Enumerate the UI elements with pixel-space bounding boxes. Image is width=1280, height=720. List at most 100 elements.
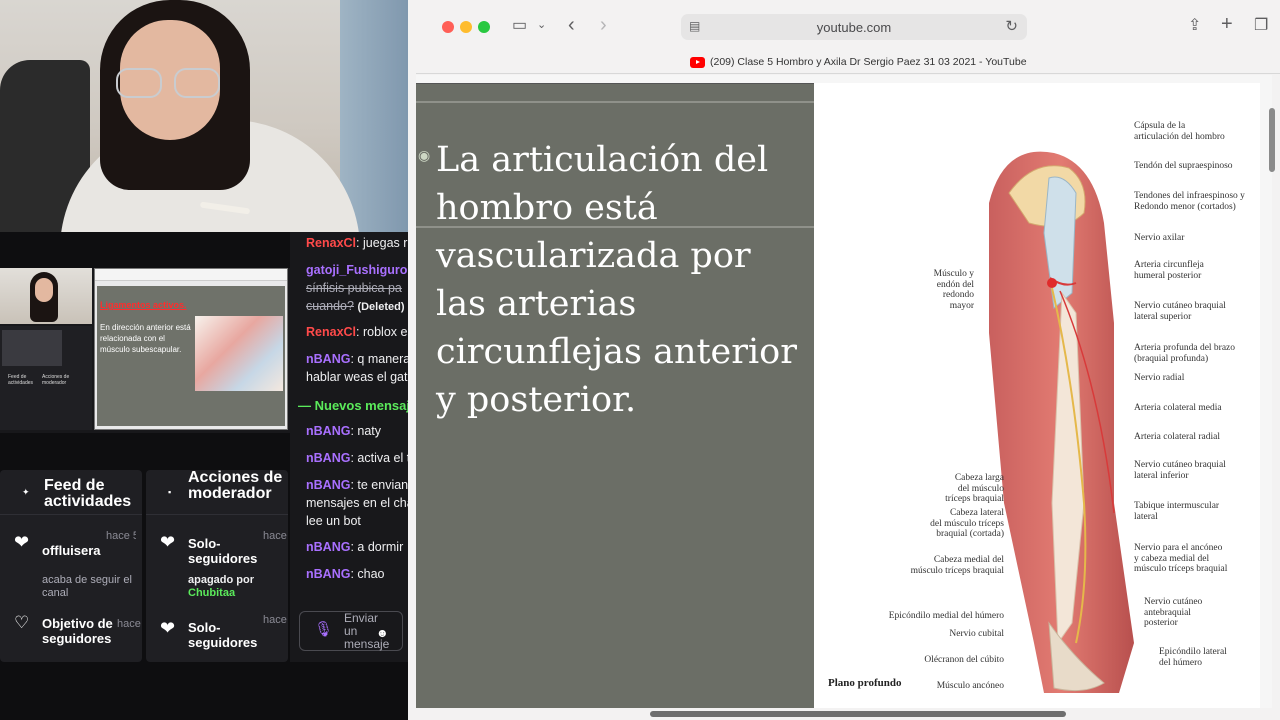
chat-username[interactable]: nBANG — [306, 478, 350, 492]
anatomy-label: Cabeza larga del músculo tríceps braquial — [945, 473, 1004, 504]
stream-preview[interactable]: Feed de actividades Acciones de moderado… — [0, 268, 290, 433]
chat-message-deleted: sínfisis pubica pa cuando? (Deleted) — [306, 279, 417, 316]
anatomy-label: Nervio cutáneo antebraquial posterior — [1144, 597, 1203, 628]
back-arrow-icon[interactable]: ‹ — [568, 14, 575, 37]
mod-item-sub-prefix: apagado por — [188, 574, 255, 586]
anatomy-label: Olécranon del cúbito — [924, 655, 1004, 665]
anatomy-label: Nervio cutáneo braquial lateral superior — [1134, 301, 1226, 322]
emote-icon[interactable]: ☻ — [376, 626, 389, 640]
chat-username[interactable]: nBANG — [306, 451, 350, 465]
chat-text: : roblox es — [356, 325, 414, 339]
chat-panel: RenaxCl: juegas robl gatoji_Fushiguro: y… — [290, 232, 417, 662]
browser-toolbar: ▭ ⌄ ‹ › ▤ youtube.com ↻ ⇪ + ❐ — [416, 0, 1280, 52]
anatomy-label: Epicóndilo medial del húmero — [888, 611, 1004, 621]
chat-message[interactable]: nBANG: chao — [306, 565, 417, 583]
feed-item-time: hace — [117, 618, 141, 630]
anatomy-label: Tabique intermuscular lateral — [1134, 501, 1220, 522]
anatomy-label: Tendón del supraespinoso — [1134, 161, 1233, 171]
anatomy-label: Nervio cutáneo braquial lateral inferior — [1134, 460, 1226, 481]
heart-icon: ❤ — [14, 532, 30, 552]
preview-slide-window: Ligamentos activos. En dirección anterio… — [94, 268, 288, 430]
anatomy-label: Arteria circunfleja humeral posterior — [1134, 260, 1204, 281]
activity-feed-panel: ✦ Feed de actividades ❤ offluisera hace … — [0, 470, 142, 662]
chat-message[interactable]: nBANG: q manera de hablar weas el gatoj — [306, 350, 417, 386]
heart-icon: ❤ — [160, 618, 176, 638]
mod-item-name: Solo-seguidores — [188, 536, 258, 566]
new-tab-icon[interactable]: + — [1221, 13, 1233, 36]
preview-feed-label: Feed de actividades — [8, 374, 34, 386]
mod-item-time: hace — [263, 614, 287, 626]
feed-title: Feed de actividades — [44, 477, 132, 510]
anatomy-illustration: Plano profundo Cápsula de la articulación… — [814, 83, 1260, 708]
anatomy-label: Cabeza lateral del músculo tríceps braquia… — [930, 508, 1004, 539]
new-messages-divider[interactable]: — Nuevos mensajes — [298, 398, 417, 413]
anatomy-label: Nervio para el ancóneo y cabeza medial de… — [1134, 543, 1228, 574]
feed-item-sub: acaba de seguir el canal — [42, 574, 132, 599]
microphone-icon[interactable]: 🎙 — [314, 620, 333, 638]
chat-username[interactable]: nBANG — [306, 540, 350, 554]
chevron-down-icon[interactable]: ⌄ — [537, 18, 546, 31]
anatomy-label: Nervio cubital — [949, 629, 1004, 639]
mod-item-time: hace — [263, 530, 287, 542]
chat-message[interactable]: nBANG: te envian mensajes en el chat lee… — [306, 476, 417, 530]
plane-label: Plano profundo — [828, 677, 902, 689]
chat-username[interactable]: nBANG — [306, 567, 350, 581]
mod-actions-panel: ▪ Acciones de moderador ❤ Solo-seguidore… — [146, 470, 288, 662]
video-player[interactable]: ◉ La articulación del hombro está vascul… — [416, 75, 1272, 708]
webcam-feed — [0, 0, 410, 232]
heart-icon: ❤ — [160, 532, 176, 552]
zoom-window-button[interactable] — [478, 21, 490, 33]
chat-message[interactable]: RenaxCl: roblox es — [306, 323, 417, 341]
chat-username[interactable]: RenaxCl — [306, 236, 356, 250]
feed-item-name: offluisera — [42, 543, 101, 558]
browser-window: ▭ ⌄ ‹ › ▤ youtube.com ↻ ⇪ + ❐ (209) Clas… — [408, 0, 1280, 720]
tab-bar[interactable]: (209) Clase 5 Hombro y Axila Dr Sergio P… — [416, 52, 1280, 74]
mod-icon: ▪ — [168, 487, 172, 497]
heart-outline-icon: ♡ — [14, 613, 30, 632]
anatomy-label: Cápsula de la articulación del hombro — [1134, 121, 1225, 142]
chat-username[interactable]: RenaxCl — [306, 325, 356, 339]
minimize-window-button[interactable] — [460, 21, 472, 33]
preview-slide-title: Ligamentos activos. — [100, 300, 187, 310]
glasses — [116, 68, 224, 98]
address-bar[interactable]: ▤ youtube.com ↻ — [681, 14, 1027, 40]
close-window-button[interactable] — [442, 21, 454, 33]
horizontal-scrollbar[interactable] — [650, 711, 1066, 717]
bullet-icon: ◉ — [418, 147, 431, 163]
anatomy-label: Epicóndilo lateral del húmero — [1159, 647, 1227, 668]
reload-icon[interactable]: ↻ — [1005, 17, 1018, 35]
mod-title: Acciones de moderador — [188, 469, 283, 502]
chat-username[interactable]: nBANG — [306, 424, 350, 438]
chat-message[interactable]: RenaxCl: juegas robl — [306, 234, 417, 252]
chat-message[interactable]: gatoji_Fushiguro: y — [306, 261, 417, 279]
share-icon[interactable]: ⇪ — [1188, 15, 1201, 35]
anatomy-label: Nervio radial — [1134, 373, 1185, 383]
chat-username[interactable]: nBANG — [306, 352, 350, 366]
anatomy-label: Tendones del infraespinoso y Redondo meno… — [1134, 191, 1245, 212]
feed-icon: ✦ — [22, 487, 30, 497]
chat-message[interactable]: nBANG: a dormir — [306, 538, 417, 556]
preview-slide-text: En dirección anterior está relacionada c… — [100, 323, 191, 354]
sidebar-icon[interactable]: ▭ — [512, 15, 527, 35]
preview-dashboard: Feed de actividades Acciones de moderado… — [0, 326, 92, 430]
forward-arrow-icon[interactable]: › — [600, 14, 607, 37]
preview-mod-label: Acciones de moderador — [42, 374, 70, 386]
anatomy-label: Arteria colateral media — [1134, 403, 1222, 413]
chat-input[interactable]: 🎙 Enviar un mensaje ☻ — [299, 611, 403, 651]
chat-username[interactable]: gatoji_Fushiguro — [306, 263, 407, 277]
chat-text: : naty — [350, 424, 382, 438]
deleted-label: (Deleted) — [357, 301, 405, 313]
anatomy-label: Arteria colateral radial — [1134, 432, 1220, 442]
anatomy-label: Nervio axilar — [1134, 233, 1185, 243]
anatomy-label: Músculo y endón del redondo mayor — [933, 269, 974, 311]
anatomy-label: Músculo ancóneo — [936, 681, 1004, 691]
vertical-scrollbar[interactable] — [1269, 108, 1275, 172]
tab-overview-icon[interactable]: ❐ — [1254, 15, 1268, 35]
preview-slide-image — [195, 316, 283, 391]
chat-message[interactable]: nBANG: activa el tts — [306, 449, 417, 467]
feed-item-name: Objetivo de seguidores — [42, 616, 113, 646]
anatomy-label: Arteria profunda del brazo (braquial prof… — [1134, 343, 1236, 364]
preview-webcam — [0, 268, 92, 324]
chat-message[interactable]: nBANG: naty — [306, 422, 417, 440]
anatomy-label: Cabeza medial del músculo tríceps braquia… — [910, 555, 1004, 576]
